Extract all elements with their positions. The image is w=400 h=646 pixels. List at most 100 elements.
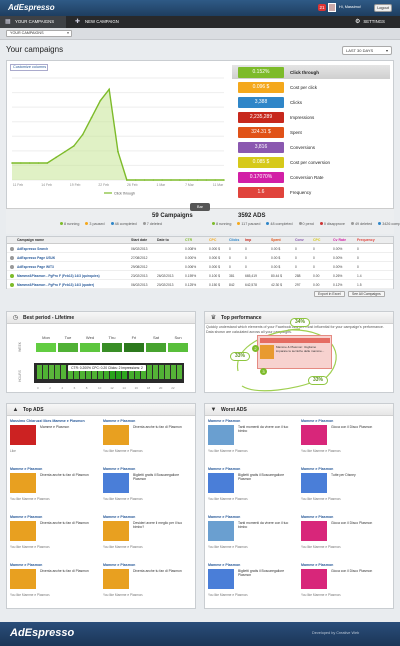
ad-card[interactable]: Massimo Chiaruzzi likes Mamme e Plasmon M… (10, 419, 98, 463)
tab-new-campaign[interactable]: ✚ NEW CAMPAIGN (70, 16, 140, 28)
column-header[interactable]: Cv Rate (333, 237, 346, 244)
hour-cell[interactable] (37, 365, 42, 379)
bar-toggle[interactable]: Bar (190, 203, 210, 211)
ad-card[interactable]: Mamme e Plasmon Tanti momenti da vivere c… (208, 515, 296, 559)
column-header[interactable]: Imp (245, 237, 251, 244)
data-point[interactable] (152, 179, 155, 181)
ad-title[interactable]: Mamme e Plasmon (10, 563, 98, 567)
footer-credit[interactable]: Developed by Creative Web (312, 631, 359, 635)
ad-card[interactable]: Mamme e Plasmon Gioca con il Disco Plasmo… (301, 419, 389, 463)
ad-card[interactable]: Mamme e Plasmon Diventa anche tu fan di P… (103, 419, 191, 463)
data-point[interactable] (223, 179, 225, 181)
day-cell[interactable] (146, 343, 166, 352)
data-point[interactable] (187, 179, 190, 181)
day-cell[interactable] (36, 343, 56, 352)
campaign-name[interactable]: AdEspresso Page WIT3 (17, 263, 54, 271)
ad-card[interactable]: Mamme e Plasmon Biglietti gratis il Bosca… (208, 467, 296, 511)
hour-cell[interactable] (171, 365, 177, 379)
ad-card[interactable]: Mamme e Plasmon Biglietti gratis il Bosca… (103, 467, 191, 511)
table-row[interactable]: Mamme&Plasmon - PgPro F (Feb13) 14/3 (qu… (7, 272, 393, 280)
data-point[interactable] (81, 133, 84, 136)
column-header[interactable]: Spent (271, 237, 281, 244)
column-header[interactable]: Start date (131, 237, 147, 244)
table-row[interactable]: Mamme&Plasmon - PgPro F (Feb13) 14/3 (qu… (7, 281, 393, 289)
hour-cell[interactable] (61, 365, 67, 379)
data-point[interactable] (179, 179, 181, 181)
hour-cell[interactable] (49, 365, 55, 379)
data-point[interactable] (161, 179, 163, 181)
hour-cell[interactable] (159, 365, 164, 379)
see-all-campaigns-button[interactable]: See All Campaigns (348, 291, 385, 297)
data-point[interactable] (64, 150, 66, 153)
chart-metric-select[interactable]: Customize columns (10, 64, 48, 71)
ad-title[interactable]: Mamme e Plasmon (103, 467, 191, 471)
column-header[interactable]: Conv (295, 237, 304, 244)
column-header[interactable]: Frequency (357, 237, 375, 244)
ad-card[interactable]: Mamme e Plasmon Diventa anche tu fan di P… (10, 563, 98, 607)
column-header[interactable]: CPC (313, 237, 320, 244)
data-point[interactable] (196, 179, 199, 181)
day-cell[interactable] (168, 343, 188, 352)
data-point[interactable] (117, 150, 119, 153)
ad-card[interactable]: Mamme e Plasmon Diventa anche tu fan di P… (10, 467, 98, 511)
hour-cell[interactable] (55, 365, 61, 379)
data-point[interactable] (46, 162, 49, 164)
data-point[interactable] (205, 179, 208, 181)
day-cell[interactable] (124, 343, 144, 352)
data-point[interactable] (73, 145, 75, 147)
column-header[interactable]: Campaign name (17, 237, 44, 244)
data-point[interactable] (143, 179, 146, 181)
table-row[interactable]: AdEspresso Page WIT3 29/08/2012 0.006% 0.00… (7, 263, 393, 271)
ad-title[interactable]: Mamme e Plasmon (103, 515, 191, 519)
data-point[interactable] (99, 99, 102, 102)
ad-card[interactable]: Mamme e Plasmon Desideri avere il meglio … (103, 515, 191, 559)
ad-title[interactable]: Mamme e Plasmon (208, 419, 296, 423)
table-row[interactable]: AdEspresso Page USUK 27/08/2012 0.000% 0.00… (7, 254, 393, 262)
data-point[interactable] (37, 162, 40, 164)
day-cell[interactable] (102, 343, 122, 352)
data-point[interactable] (126, 179, 128, 181)
campaign-name[interactable]: AdEspresso Page USUK (17, 254, 55, 262)
data-point[interactable] (55, 156, 57, 159)
data-point[interactable] (134, 179, 137, 181)
hour-cell[interactable] (146, 365, 152, 379)
ad-card[interactable]: Mamme e Plasmon Gioca con il Disco Plasmo… (301, 563, 389, 607)
period-select[interactable]: LAST 30 DAYS ▾ (342, 46, 392, 55)
column-header[interactable]: Date to (157, 237, 169, 244)
campaign-name[interactable]: Mamme&Plasmon - PgPro F (Feb13) 14/3 (qu… (17, 281, 94, 289)
avatar[interactable] (328, 3, 336, 12)
day-cell[interactable] (58, 343, 78, 352)
hour-cell[interactable] (43, 365, 49, 379)
export-excel-button[interactable]: Export in Excel (314, 291, 345, 297)
hour-cell[interactable] (165, 365, 171, 379)
ad-card[interactable]: Mamme e Plasmon Tutte per Disney You like … (301, 467, 389, 511)
campaign-name[interactable]: AdEspresso Search (17, 245, 48, 253)
ad-card[interactable]: Mamme e Plasmon Gioca con il Disco Plasmo… (301, 515, 389, 559)
ad-card[interactable]: Mamme e Plasmon Diventa anche tu fan di P… (10, 515, 98, 559)
ad-title[interactable]: Mamme e Plasmon (10, 467, 98, 471)
ad-title[interactable]: Mamme e Plasmon (103, 419, 191, 423)
ad-title[interactable]: Mamme e Plasmon (301, 419, 389, 423)
ad-card[interactable]: Mamme e Plasmon Biglietti gratis il Bosca… (208, 563, 296, 607)
ad-title[interactable]: Mamme e Plasmon (103, 563, 191, 567)
ad-title[interactable]: Mamme e Plasmon (10, 515, 98, 519)
notification-badge[interactable]: 21 (318, 4, 326, 11)
ad-title[interactable]: Mamme e Plasmon (301, 467, 389, 471)
data-point[interactable] (214, 179, 216, 181)
settings-link[interactable]: ⚙ SETTINGS (355, 16, 385, 28)
campaign-select[interactable]: YOUR CAMPAIGNS ▾ (6, 30, 72, 37)
column-header[interactable]: CTR (185, 237, 192, 244)
data-point[interactable] (108, 88, 110, 91)
ad-title[interactable]: Mamme e Plasmon (208, 515, 296, 519)
campaign-name[interactable]: Mamme&Plasmon - PgPro F (Feb13) 14/3 (qu… (17, 272, 100, 280)
ad-card[interactable]: Mamme e Plasmon Diventa anche tu fan di P… (103, 563, 191, 607)
data-point[interactable] (170, 179, 172, 181)
day-cell[interactable] (80, 343, 100, 352)
data-point[interactable] (20, 162, 22, 164)
ad-title[interactable]: Mamme e Plasmon (301, 563, 389, 567)
ad-title[interactable]: Mamme e Plasmon (208, 467, 296, 471)
ad-title[interactable]: Mamme e Plasmon (301, 515, 389, 519)
hour-cell[interactable] (152, 365, 158, 379)
ad-title[interactable]: Massimo Chiaruzzi likes Mamme e Plasmon (10, 419, 98, 423)
data-point[interactable] (28, 162, 31, 164)
